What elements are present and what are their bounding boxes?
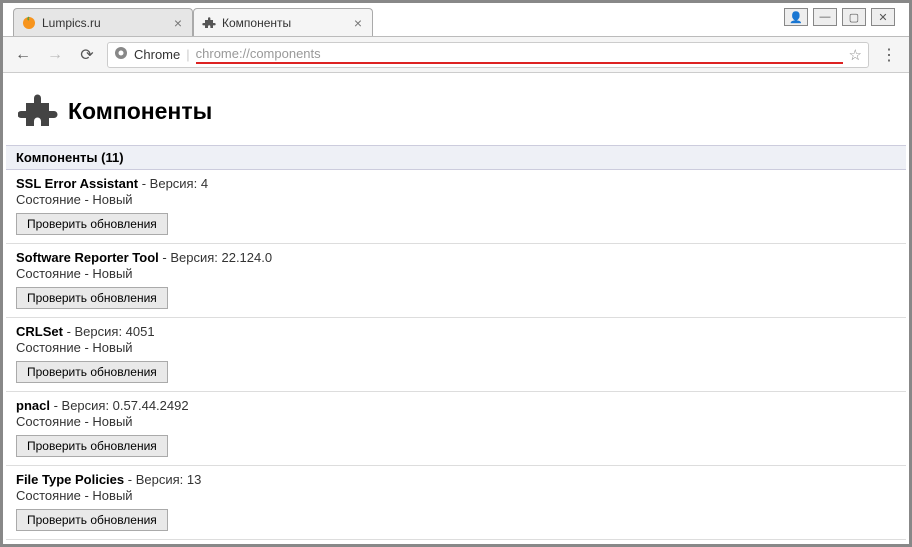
- address-bar[interactable]: Chrome | chrome://components ☆: [107, 42, 869, 68]
- component-version: - Версия: 4051: [63, 324, 155, 339]
- tab-components[interactable]: Компоненты ×: [193, 8, 373, 36]
- component-row: SSL Error Assistant - Версия: 4Состояние…: [6, 170, 906, 244]
- close-button[interactable]: ✕: [871, 8, 895, 26]
- component-row: pnacl - Версия: 0.57.44.2492Состояние - …: [6, 392, 906, 466]
- menu-button[interactable]: ⋮: [877, 45, 901, 65]
- page-title: Компоненты: [68, 98, 212, 125]
- component-row: CRLSet - Версия: 4051Состояние - Новый Пр…: [6, 318, 906, 392]
- page-viewport[interactable]: Компоненты Компоненты (11) SSL Error Ass…: [6, 73, 906, 541]
- browser-window: 👤 — ▢ ✕ Lumpics.ru × Компоненты × ← → ⟳: [0, 0, 912, 547]
- chrome-icon: [114, 46, 128, 63]
- component-version: - Версия: 13: [124, 472, 201, 487]
- component-version: - Версия: 22.124.0: [159, 250, 272, 265]
- check-updates-button[interactable]: Проверить обновления: [16, 435, 168, 457]
- component-title-line: pnacl - Версия: 0.57.44.2492: [16, 398, 896, 413]
- component-title-line: File Type Policies - Версия: 13: [16, 472, 896, 487]
- component-row: File Type Policies - Версия: 13Состояние…: [6, 466, 906, 540]
- component-name: pnacl: [16, 398, 50, 413]
- toolbar: ← → ⟳ Chrome | chrome://components ☆ ⋮: [3, 37, 909, 73]
- component-status: Состояние - Новый: [16, 414, 896, 429]
- component-name: File Type Policies: [16, 472, 124, 487]
- maximize-button[interactable]: ▢: [842, 8, 866, 26]
- tab-title: Компоненты: [222, 16, 346, 30]
- component-status: Состояние - Новый: [16, 192, 896, 207]
- tab-lumpics[interactable]: Lumpics.ru ×: [13, 8, 193, 36]
- check-updates-button[interactable]: Проверить обновления: [16, 287, 168, 309]
- component-name: SSL Error Assistant: [16, 176, 138, 191]
- window-controls: 👤 — ▢ ✕: [784, 8, 895, 26]
- component-status: Состояние - Новый: [16, 340, 896, 355]
- puzzle-icon: [202, 16, 216, 30]
- component-status: Состояние - Новый: [16, 266, 896, 281]
- component-title-line: SSL Error Assistant - Версия: 4: [16, 176, 896, 191]
- component-title-line: Software Reporter Tool - Версия: 22.124.…: [16, 250, 896, 265]
- component-name: CRLSet: [16, 324, 63, 339]
- component-row: Software Reporter Tool - Версия: 22.124.…: [6, 244, 906, 318]
- reload-button[interactable]: ⟳: [75, 43, 99, 67]
- check-updates-button[interactable]: Проверить обновления: [16, 509, 168, 531]
- component-name: Software Reporter Tool: [16, 250, 159, 265]
- close-icon[interactable]: ×: [352, 15, 364, 31]
- back-button[interactable]: ←: [11, 43, 35, 67]
- orange-icon: [22, 16, 36, 30]
- security-label: Chrome: [134, 47, 180, 62]
- user-icon[interactable]: 👤: [784, 8, 808, 26]
- component-title-line: CRLSet - Версия: 4051: [16, 324, 896, 339]
- tab-title: Lumpics.ru: [42, 16, 166, 30]
- component-version: - Версия: 0.57.44.2492: [50, 398, 189, 413]
- component-status: Состояние - Новый: [16, 488, 896, 503]
- bookmark-star-icon[interactable]: ☆: [849, 46, 862, 64]
- tab-strip: Lumpics.ru × Компоненты ×: [3, 3, 909, 37]
- minimize-button[interactable]: —: [813, 8, 837, 26]
- section-header: Компоненты (11): [6, 145, 906, 170]
- check-updates-button[interactable]: Проверить обновления: [16, 361, 168, 383]
- forward-button[interactable]: →: [43, 43, 67, 67]
- url-text: chrome://components: [196, 46, 843, 64]
- components-list: SSL Error Assistant - Версия: 4Состояние…: [6, 170, 906, 540]
- puzzle-icon: [18, 91, 58, 131]
- components-page: Компоненты Компоненты (11) SSL Error Ass…: [6, 73, 906, 540]
- close-icon[interactable]: ×: [172, 15, 184, 31]
- check-updates-button[interactable]: Проверить обновления: [16, 213, 168, 235]
- component-version: - Версия: 4: [138, 176, 208, 191]
- page-header: Компоненты: [6, 73, 906, 145]
